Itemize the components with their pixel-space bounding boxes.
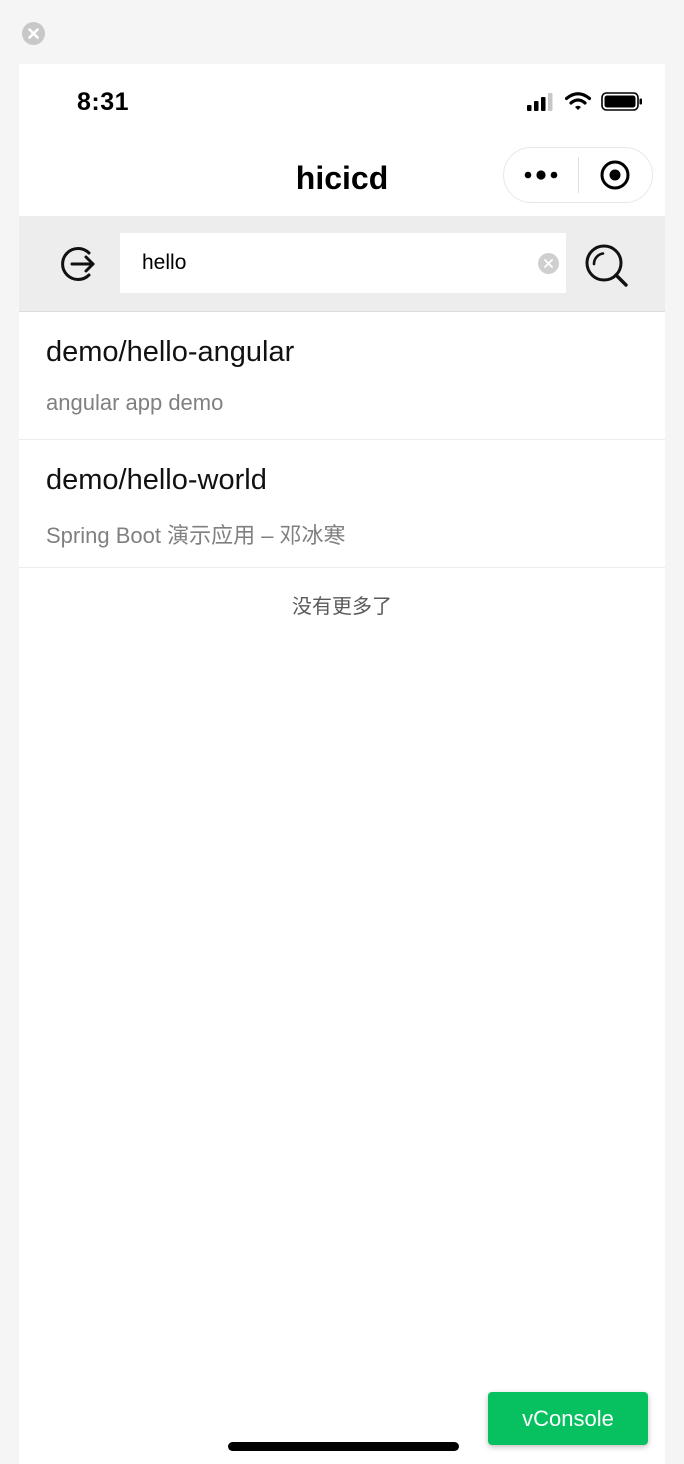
list-item[interactable]: demo/hello-world Spring Boot 演示应用 – 邓冰寒 bbox=[19, 440, 665, 568]
no-more-text: 没有更多了 bbox=[292, 596, 392, 618]
battery-icon bbox=[601, 92, 642, 111]
repo-title: demo/hello-angular bbox=[46, 336, 295, 368]
more-button[interactable] bbox=[504, 148, 578, 202]
wifi-icon bbox=[565, 92, 591, 110]
capsule-menu bbox=[503, 147, 653, 203]
list-item[interactable]: demo/hello-angular angular app demo bbox=[19, 312, 665, 440]
back-button[interactable] bbox=[57, 242, 101, 286]
vconsole-button[interactable]: vConsole bbox=[488, 1392, 648, 1445]
repo-description: angular app demo bbox=[46, 390, 224, 415]
status-icons bbox=[527, 92, 643, 111]
search-input[interactable] bbox=[142, 233, 522, 293]
phone-screen: 8:31 hicicd hello demo/hello-angular ang… bbox=[19, 64, 665, 1464]
logout-arrow-icon bbox=[61, 247, 95, 281]
record-circle-icon bbox=[600, 160, 630, 190]
search-icon bbox=[585, 244, 628, 287]
exit-button[interactable] bbox=[579, 148, 653, 202]
clear-button[interactable] bbox=[538, 253, 559, 274]
home-indicator bbox=[228, 1442, 459, 1451]
navigation-bar: hicicd bbox=[19, 144, 665, 216]
search-field bbox=[120, 233, 566, 293]
status-time: 8:31 bbox=[77, 88, 130, 116]
repo-title: demo/hello-world bbox=[46, 464, 267, 496]
result-list: demo/hello-angular angular app demo demo… bbox=[19, 312, 665, 568]
close-icon[interactable] bbox=[22, 22, 45, 45]
clear-icon bbox=[544, 259, 553, 268]
status-bar: 8:31 bbox=[19, 64, 665, 144]
more-dots-icon bbox=[524, 170, 558, 180]
repo-description: Spring Boot 演示应用 – 邓冰寒 bbox=[46, 523, 346, 548]
search-button[interactable] bbox=[583, 242, 631, 290]
signal-icon bbox=[527, 92, 553, 111]
search-bar bbox=[19, 216, 665, 312]
